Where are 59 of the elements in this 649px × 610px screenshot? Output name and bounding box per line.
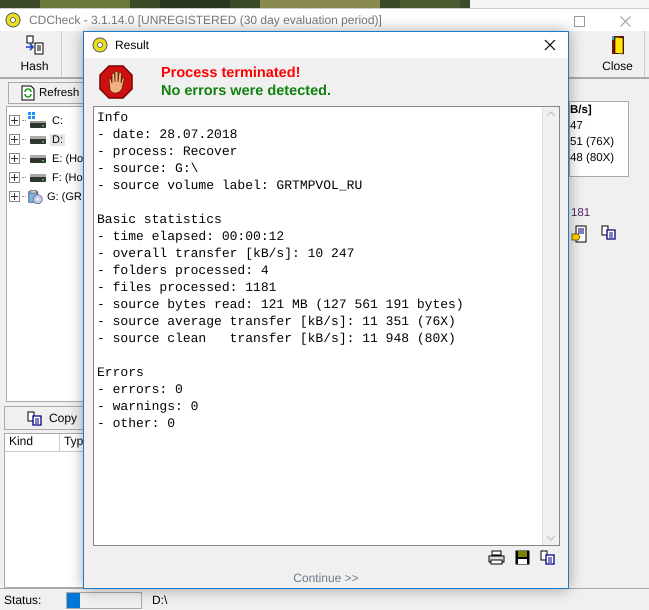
expand-icon[interactable] xyxy=(9,191,20,202)
maximize-icon[interactable] xyxy=(574,16,584,26)
report-line: - source volume label: GRTMPVOL_RU xyxy=(97,177,364,194)
section-heading: Info xyxy=(97,109,130,126)
save-icon[interactable] xyxy=(515,550,530,565)
stop-hand-icon xyxy=(99,65,133,99)
expand-icon[interactable] xyxy=(9,153,20,164)
status-label: Status: xyxy=(4,593,42,607)
drive-item[interactable]: E: (Ho xyxy=(50,152,86,164)
close-icon[interactable] xyxy=(544,39,556,51)
drive-item[interactable]: F: (Ho xyxy=(50,172,85,184)
hash-icon xyxy=(24,35,44,55)
report-line: - process: Recover xyxy=(97,143,238,160)
stats-text: 48 (80X) xyxy=(570,152,616,166)
stats-text: B/s] xyxy=(570,104,593,118)
error-message: Process terminated! xyxy=(161,64,302,82)
report-line: - time elapsed: 00:00:12 xyxy=(97,228,286,245)
drive-item[interactable]: G: (GR xyxy=(45,190,84,202)
section-heading: Errors xyxy=(97,364,145,381)
report-line: - source bytes read: 121 MB (127 561 191 bytes) xyxy=(97,296,465,313)
disc-icon xyxy=(5,12,21,28)
copy-icon xyxy=(27,410,43,426)
status-path: D:\ xyxy=(152,593,168,607)
continue-button[interactable]: Continue >> xyxy=(287,570,365,586)
refresh-icon xyxy=(21,85,35,101)
disc-icon xyxy=(92,37,108,53)
drive-icon xyxy=(28,112,48,129)
stats-text: 47 xyxy=(570,120,584,134)
report-line: - source: G:\ xyxy=(97,160,200,177)
expand-icon[interactable] xyxy=(9,172,20,183)
stats-text: 51 (76X) xyxy=(570,136,616,150)
dialog-title: Result xyxy=(115,38,150,52)
drive-item[interactable]: C: xyxy=(50,114,65,126)
copy-icon xyxy=(601,225,617,240)
section-heading: Basic statistics xyxy=(97,211,223,228)
report-line: - folders processed: 4 xyxy=(97,262,270,279)
expand-icon[interactable] xyxy=(9,134,20,145)
door-icon xyxy=(610,35,624,55)
report-line: - date: 28.07.2018 xyxy=(97,126,238,143)
report-line: - overall transfer [kB/s]: 10 247 xyxy=(97,245,356,262)
drive-icon xyxy=(28,172,48,182)
drive-icon xyxy=(28,154,48,164)
report-line: - source average transfer [kB/s]: 11 351 (76X) xyxy=(97,313,457,330)
expand-icon[interactable] xyxy=(9,115,20,126)
report-line: - errors: 0 xyxy=(97,381,184,398)
drive-icon xyxy=(28,134,48,144)
column-header[interactable]: Kind xyxy=(5,434,60,451)
report-line: - warnings: 0 xyxy=(97,398,200,415)
report-icon[interactable] xyxy=(571,225,589,243)
count-text: 181 xyxy=(571,207,592,219)
copy-icon xyxy=(540,550,556,565)
report-line: - other: 0 xyxy=(97,415,176,432)
print-icon[interactable] xyxy=(488,550,505,565)
report-line: - source clean transfer [kB/s]: 11 948 (80X) xyxy=(97,330,457,347)
drive-item[interactable]: D: xyxy=(50,134,65,146)
cd-drive-icon xyxy=(28,190,43,204)
result-message: No errors were detected. xyxy=(161,82,332,100)
window-title: CDCheck - 3.1.14.0 [UNREGISTERED (30 day evaluation period)] xyxy=(29,13,382,27)
report-line: - files processed: 1181 xyxy=(97,279,278,296)
